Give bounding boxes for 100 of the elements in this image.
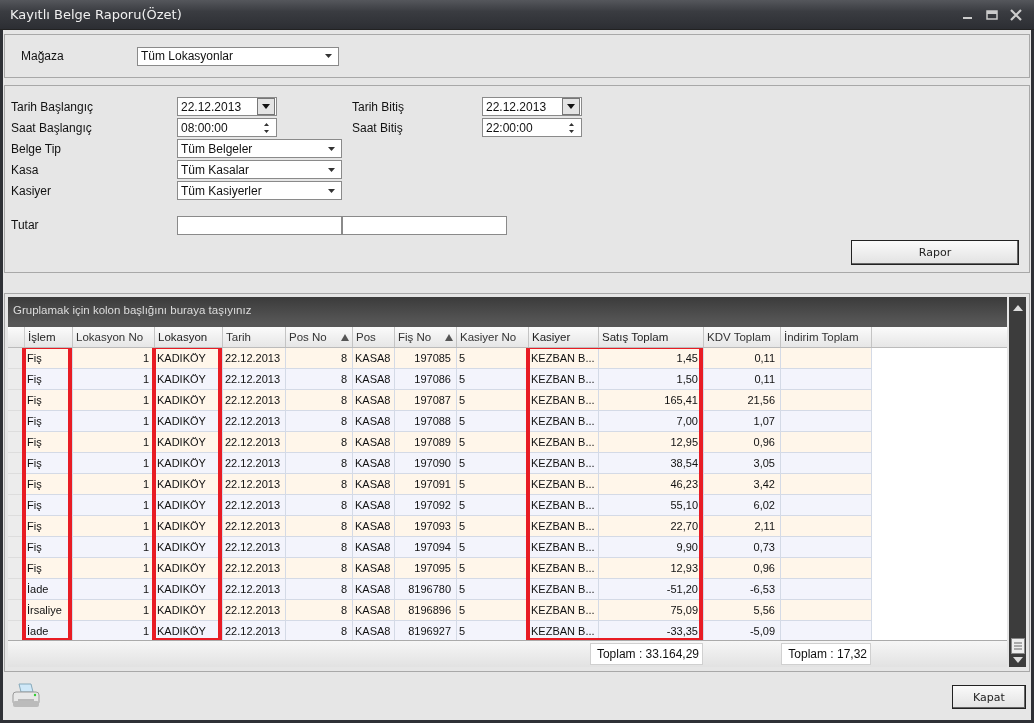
table-cell: 22.12.2013	[223, 453, 286, 474]
field-label: Saat Bitiş	[352, 120, 404, 135]
table-cell: 2,11	[704, 516, 781, 537]
table-cell: KASA8	[353, 516, 395, 537]
caret-icon	[567, 104, 575, 109]
date-field[interactable]: 22.12.2013	[177, 97, 277, 116]
column-header[interactable]: Kasiyer	[529, 327, 599, 347]
table-cell: 12,93	[599, 558, 704, 579]
table-cell: 9,90	[599, 537, 704, 558]
table-cell: 8	[286, 369, 353, 390]
caret-icon	[262, 104, 270, 109]
table-cell: 1	[73, 558, 155, 579]
table-cell: 5	[457, 600, 529, 621]
table-cell: 0,96	[704, 558, 781, 579]
sort-icon	[341, 333, 349, 341]
spinner-icon[interactable]	[568, 121, 575, 134]
caret-icon	[325, 54, 332, 58]
table-cell: 5	[457, 579, 529, 600]
column-header[interactable]: Fiş No	[395, 327, 457, 347]
table-cell: 8	[286, 411, 353, 432]
table-cell: 22.12.2013	[223, 600, 286, 621]
spinner-icon[interactable]	[263, 121, 270, 134]
table-cell: 8	[286, 621, 353, 640]
table-cell: 0,73	[704, 537, 781, 558]
amount-field[interactable]	[342, 215, 507, 235]
table-cell: KEZBAN B...	[529, 600, 599, 621]
field-label: Tarih Bitiş	[352, 99, 405, 114]
table-cell: KEZBAN B...	[529, 558, 599, 579]
date-field[interactable]: 22.12.2013	[482, 97, 582, 116]
table-cell: KASA8	[353, 474, 395, 495]
table-cell: 8	[286, 474, 353, 495]
table-cell: 1	[73, 474, 155, 495]
amount-field[interactable]	[177, 215, 342, 235]
select-field[interactable]: Tüm Kasalar	[177, 160, 342, 179]
table-cell: 197091	[395, 474, 457, 495]
column-header[interactable]: KDV Toplam	[704, 327, 781, 347]
table-cell: KASA8	[353, 432, 395, 453]
column-header[interactable]: Pos No	[286, 327, 353, 347]
table-cell: KADIKÖY	[155, 390, 223, 411]
table-cell: 75,09	[599, 600, 704, 621]
time-field[interactable]: 08:00:00	[177, 118, 277, 137]
table-cell: 22.12.2013	[223, 495, 286, 516]
column-header[interactable]: İndirim Toplam	[781, 327, 872, 347]
table-cell: KEZBAN B...	[529, 369, 599, 390]
select-field[interactable]: Tüm Belgeler	[177, 139, 342, 158]
column-header[interactable]: İşlem	[25, 327, 73, 347]
column-header[interactable]: Lokasyon	[155, 327, 223, 347]
select-field[interactable]: Tüm Kasiyerler	[177, 181, 342, 200]
column-header[interactable]: Pos	[353, 327, 395, 347]
close-button[interactable]: Kapat	[952, 685, 1026, 709]
table-cell: 197089	[395, 432, 457, 453]
table-cell: 22.12.2013	[223, 621, 286, 640]
table-cell: KADIKÖY	[155, 411, 223, 432]
scroll-up-icon[interactable]	[1011, 304, 1024, 312]
field-label: Mağaza	[20, 49, 65, 63]
close-icon[interactable]	[1010, 8, 1022, 21]
time-field[interactable]: 22:00:00	[482, 118, 582, 137]
table-cell: 8196780	[395, 579, 457, 600]
table-cell: -6,53	[704, 579, 781, 600]
table-cell: 5	[457, 390, 529, 411]
table-cell: 1	[73, 369, 155, 390]
column-header[interactable]: Satış Toplam	[599, 327, 704, 347]
column-header[interactable]: Tarih	[223, 327, 286, 347]
report-button[interactable]: Rapor	[851, 240, 1019, 265]
group-hint: Gruplamak için kolon başlığını buraya taşıyınız	[13, 304, 252, 316]
table-cell: KASA8	[353, 411, 395, 432]
table-cell: KASA8	[353, 348, 395, 369]
table-cell: 22.12.2013	[223, 558, 286, 579]
table-cell: 3,42	[704, 474, 781, 495]
table-cell: 197093	[395, 516, 457, 537]
table-cell: KADIKÖY	[155, 495, 223, 516]
store-select[interactable]: Tüm Lokasyonlar	[137, 46, 339, 66]
table-cell: 22.12.2013	[223, 432, 286, 453]
table-cell: 8	[286, 390, 353, 411]
table-cell: 46,23	[599, 474, 704, 495]
table-cell: KEZBAN B...	[529, 411, 599, 432]
table-cell: 8	[286, 558, 353, 579]
table-cell: KASA8	[353, 600, 395, 621]
table-cell: 1	[73, 390, 155, 411]
table-cell: 197086	[395, 369, 457, 390]
table-cell: KASA8	[353, 495, 395, 516]
table-cell: 8	[286, 516, 353, 537]
table-cell: 7,00	[599, 411, 704, 432]
maximize-icon[interactable]	[986, 8, 998, 21]
scrollbar[interactable]	[1009, 297, 1026, 667]
scroll-down-icon[interactable]	[1011, 656, 1024, 664]
table-cell: 1	[73, 348, 155, 369]
scroll-thumb[interactable]	[1010, 638, 1025, 654]
table-cell: KEZBAN B...	[529, 432, 599, 453]
column-header[interactable]: Lokasyon No	[73, 327, 155, 347]
table-cell: 8	[286, 579, 353, 600]
table-cell: KASA8	[353, 369, 395, 390]
table-cell: -51,20	[599, 579, 704, 600]
column-header[interactable]: Kasiyer No	[457, 327, 529, 347]
table-cell: 22.12.2013	[223, 579, 286, 600]
table-cell: 197090	[395, 453, 457, 474]
table-cell: 5	[457, 348, 529, 369]
table-cell: KEZBAN B...	[529, 453, 599, 474]
field-label: Belge Tip	[11, 141, 63, 156]
field-label: Kasa	[11, 162, 40, 177]
